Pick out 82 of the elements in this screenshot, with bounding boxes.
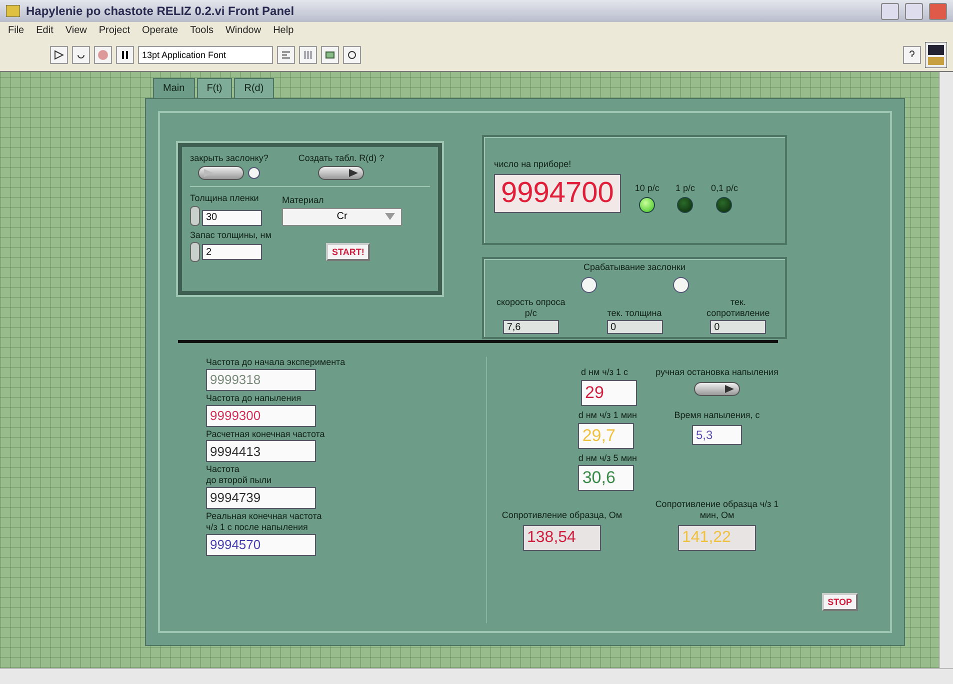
switch-label: закрыть заслонку? xyxy=(190,153,268,164)
menu-item[interactable]: Tools xyxy=(190,25,214,36)
numeric-display: 138,54 xyxy=(523,524,601,551)
vi-icon xyxy=(925,42,947,68)
arrow-icon xyxy=(349,168,358,177)
display-label: Сопротивление образца ч/з 1 мин, Ом xyxy=(654,499,780,521)
toggle-switch[interactable] xyxy=(694,382,740,396)
align-icon[interactable] xyxy=(277,46,295,64)
display-label: d нм ч/з 1 мин xyxy=(578,410,637,421)
numeric-display: 9994739 xyxy=(206,486,316,509)
toggle-switch[interactable] xyxy=(318,166,364,180)
display-label: число на приборе! xyxy=(494,159,572,170)
arrow-icon xyxy=(204,168,214,177)
numeric-display: 7,6 xyxy=(502,320,559,334)
lamp-icon xyxy=(248,166,260,179)
numeric-display: 5,3 xyxy=(692,424,742,445)
app-icon xyxy=(6,5,20,17)
display-label: скорость опроса р/с xyxy=(495,296,566,318)
increment-control[interactable] xyxy=(190,242,200,262)
input-field[interactable]: 2 xyxy=(202,244,262,260)
menu-item[interactable]: Project xyxy=(98,25,130,36)
window-title: Hapylenie po chastote RELIZ 0.2.vi Front Panel xyxy=(26,4,296,18)
resize-icon[interactable] xyxy=(321,46,339,64)
caret-icon xyxy=(385,212,395,220)
toggle-switch[interactable] xyxy=(198,166,244,180)
led-label: 0,1 р/с xyxy=(710,183,738,194)
display-label: тек. толщина xyxy=(607,308,662,318)
led-label: 10 р/с xyxy=(634,183,660,194)
close-button[interactable] xyxy=(929,2,947,20)
start-button[interactable]: START! xyxy=(326,243,370,262)
run-continuous-icon[interactable] xyxy=(72,46,90,64)
tab[interactable]: Main xyxy=(153,78,195,98)
display-label: Частота до начала эксперимента xyxy=(206,357,346,368)
pause-icon[interactable] xyxy=(116,46,134,64)
vertical-scrollbar[interactable] xyxy=(939,72,953,668)
display-label: d нм ч/з 5 мин xyxy=(578,452,637,464)
display-label: Частота до второй пыли xyxy=(206,464,272,486)
display-label: Частота до напыления xyxy=(206,392,302,404)
numeric-display: 9999318 xyxy=(206,368,316,391)
arrow-icon xyxy=(725,384,734,393)
switch-label: ручная остановка напыления xyxy=(656,367,778,378)
numeric-display: 9994570 xyxy=(206,534,316,556)
menu-item[interactable]: File xyxy=(8,25,24,36)
numeric-display: 29,7 xyxy=(578,422,634,449)
horizontal-scrollbar[interactable] xyxy=(0,668,953,684)
numeric-display: 0 xyxy=(710,320,766,334)
numeric-display: 0 xyxy=(606,320,662,334)
numeric-display: 141,22 xyxy=(678,524,756,551)
increment-control[interactable] xyxy=(190,206,200,226)
numeric-display: 9999300 xyxy=(206,404,316,427)
maximize-button[interactable] xyxy=(905,2,923,20)
display-label: Время напыления, с xyxy=(674,410,760,421)
display-label: Расчетная конечная частота xyxy=(206,428,325,440)
field-label: Толщина пленки xyxy=(190,192,259,204)
material-dropdown[interactable]: Cr xyxy=(282,208,402,226)
field-label: Материал xyxy=(282,194,324,206)
numeric-display: 29 xyxy=(581,380,637,406)
panel-title: Срабатывание заслонки xyxy=(582,262,686,273)
display-label: тек. сопротивление xyxy=(706,296,771,318)
menu-item[interactable]: Window xyxy=(225,25,262,36)
switch-label: Создать табл. R(d) ? xyxy=(298,153,384,164)
tab[interactable]: F(t) xyxy=(196,78,232,98)
numeric-display: 30,6 xyxy=(578,465,634,492)
led-label: 1 р/с xyxy=(675,183,695,194)
field-label: Запас толщины, нм xyxy=(190,230,272,240)
font-dropdown[interactable]: 13pt Application Font xyxy=(138,46,273,64)
numeric-display: 9994413 xyxy=(206,440,316,462)
counter-display: 9994700 xyxy=(494,174,621,213)
distribute-icon[interactable] xyxy=(299,46,317,64)
help-icon[interactable] xyxy=(903,46,921,64)
menu-item[interactable]: Help xyxy=(273,25,294,36)
minimize-button[interactable] xyxy=(881,2,899,20)
display-label: Сопротивление образца, Ом xyxy=(502,510,622,521)
menu-item[interactable]: Operate xyxy=(142,25,178,36)
menu-item[interactable]: Edit xyxy=(36,25,54,36)
tab[interactable]: R(d) xyxy=(234,78,274,98)
input-field[interactable]: 30 xyxy=(202,210,262,226)
reorder-icon[interactable] xyxy=(343,46,361,64)
display-label: Реальная конечная частота ч/з 1 с после напыления xyxy=(206,510,322,533)
display-label: d нм ч/з 1 с xyxy=(581,367,628,378)
menu-item[interactable]: View xyxy=(65,25,87,36)
stop-button[interactable]: STOP xyxy=(822,593,858,611)
